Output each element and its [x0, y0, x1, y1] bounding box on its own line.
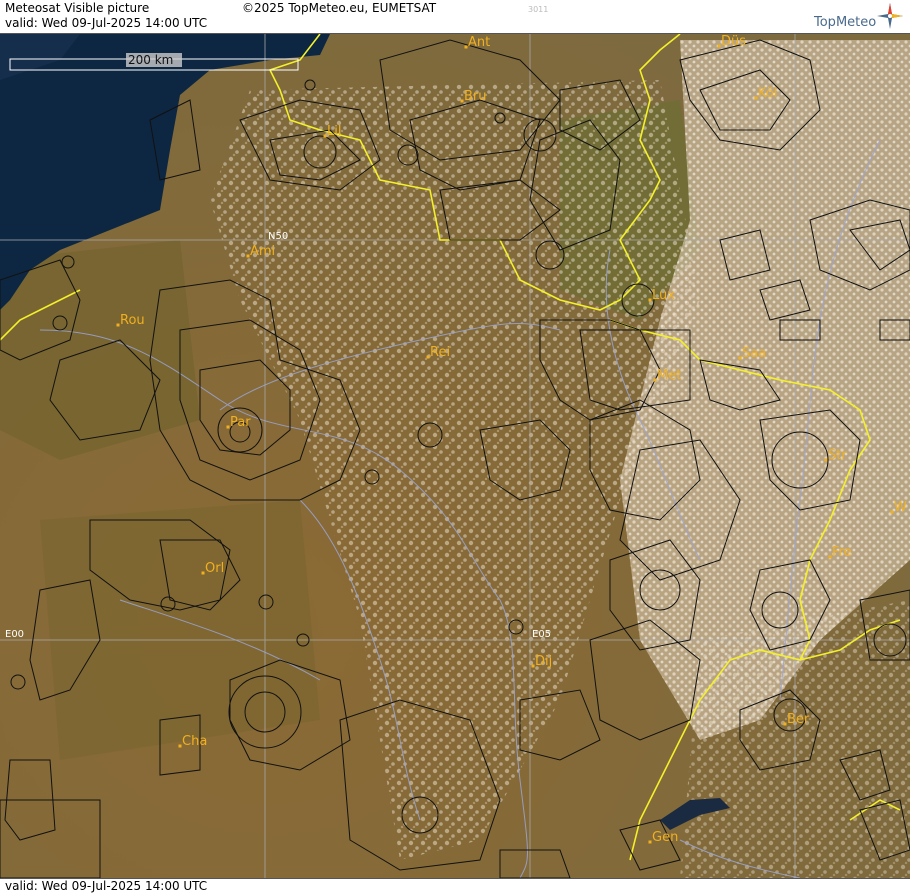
topmeteo-logo-text[interactable]: TopMeteo — [814, 15, 876, 30]
copyright-text: ©2025 TopMeteo.eu, EUMETSAT — [242, 1, 437, 15]
city-label: Saa — [742, 346, 766, 361]
city-label: Met — [657, 368, 681, 383]
map-canvas: 200 km N50 E00 E05 Ant Düs Bru Köl Lil Ami Rou… — [0, 34, 910, 878]
scale-label: 200 km — [128, 53, 173, 67]
city-label: Rou — [120, 313, 145, 328]
city-label: Rei — [430, 345, 450, 360]
city-label: Bru — [464, 89, 487, 104]
compass-star-icon — [877, 3, 903, 29]
lat-label-n50: N50 — [268, 231, 288, 242]
city-label: Lil — [327, 124, 341, 139]
city-label: Cha — [182, 734, 207, 749]
valid-time: valid: Wed 09-Jul-2025 14:00 UTC — [5, 16, 208, 30]
city-label: Orl — [205, 561, 224, 576]
product-title: Meteosat Visible picture — [5, 1, 150, 15]
city-label: Gen — [652, 830, 678, 845]
city-label: W — [894, 500, 907, 515]
city-label: Lux — [652, 288, 675, 303]
image-code: 3011 — [528, 5, 549, 14]
green-area — [0, 240, 200, 460]
header-bar: Meteosat Visible picture valid: Wed 09-J… — [0, 0, 910, 34]
footer-bar: valid: Wed 09-Jul-2025 14:00 UTC — [0, 878, 910, 894]
satellite-map[interactable]: 200 km N50 E00 E05 Ant Düs Bru Köl Lil Ami Rou… — [0, 34, 910, 878]
city-label: Köl — [758, 86, 777, 101]
lon-label-e05: E05 — [532, 629, 551, 640]
green-area — [40, 500, 320, 760]
city-label: Str — [828, 448, 847, 463]
lon-label-e00: E00 — [5, 629, 24, 640]
city-label: Dij — [535, 654, 552, 669]
city-label: Par — [230, 415, 251, 430]
footer-valid-time: valid: Wed 09-Jul-2025 14:00 UTC — [5, 879, 208, 893]
city-label: Fre — [832, 545, 852, 560]
city-label: Düs — [721, 34, 746, 49]
city-label: Ami — [250, 244, 275, 259]
city-label: Ant — [468, 35, 490, 50]
city-label: Ber — [787, 712, 810, 727]
